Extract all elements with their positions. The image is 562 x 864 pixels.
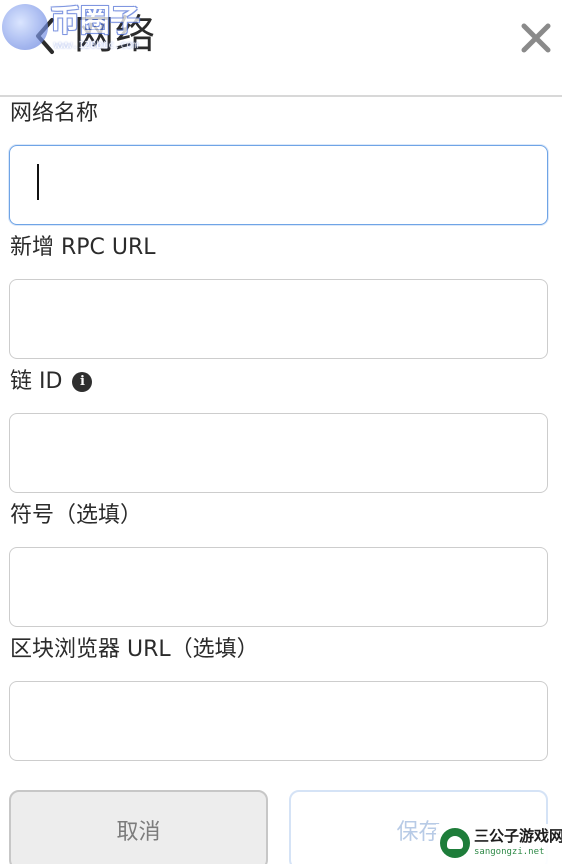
chain-id-label-text: 链 ID [10, 369, 63, 394]
symbol-input[interactable] [9, 547, 548, 627]
symbol-label-text: 符号（选填） [10, 503, 143, 528]
chain-id-input[interactable] [9, 413, 548, 493]
network-name-label: 网络名称 [10, 99, 98, 129]
save-button-label: 保存 [396, 820, 441, 845]
close-icon [521, 23, 551, 53]
rpc-url-input[interactable] [9, 279, 548, 359]
cancel-button-label: 取消 [116, 820, 161, 845]
page-title: 网络 [74, 12, 156, 58]
cancel-button[interactable]: 取消 [9, 790, 268, 864]
info-icon[interactable]: i [72, 372, 93, 392]
rpc-url-label-text: 新增 RPC URL [10, 235, 156, 260]
save-button[interactable]: 保存 [289, 790, 548, 864]
block-explorer-url-label-text: 区块浏览器 URL（选填） [10, 637, 259, 662]
chevron-left-icon [36, 18, 54, 54]
add-network-page: 网络 币圈子 www.120btc.com 网络名称 新增 RPC URL 链 … [0, 0, 562, 864]
chain-id-label: 链 ID i [10, 367, 93, 397]
block-explorer-url-label: 区块浏览器 URL（选填） [10, 635, 259, 665]
network-name-label-text: 网络名称 [10, 101, 99, 126]
close-button[interactable] [520, 22, 552, 54]
text-cursor [37, 164, 39, 200]
back-button[interactable] [28, 14, 62, 58]
symbol-label: 符号（选填） [10, 501, 142, 531]
rpc-url-label: 新增 RPC URL [10, 233, 156, 263]
network-name-input[interactable] [9, 145, 548, 225]
header: 网络 [0, 0, 562, 97]
block-explorer-url-input[interactable] [9, 681, 548, 761]
